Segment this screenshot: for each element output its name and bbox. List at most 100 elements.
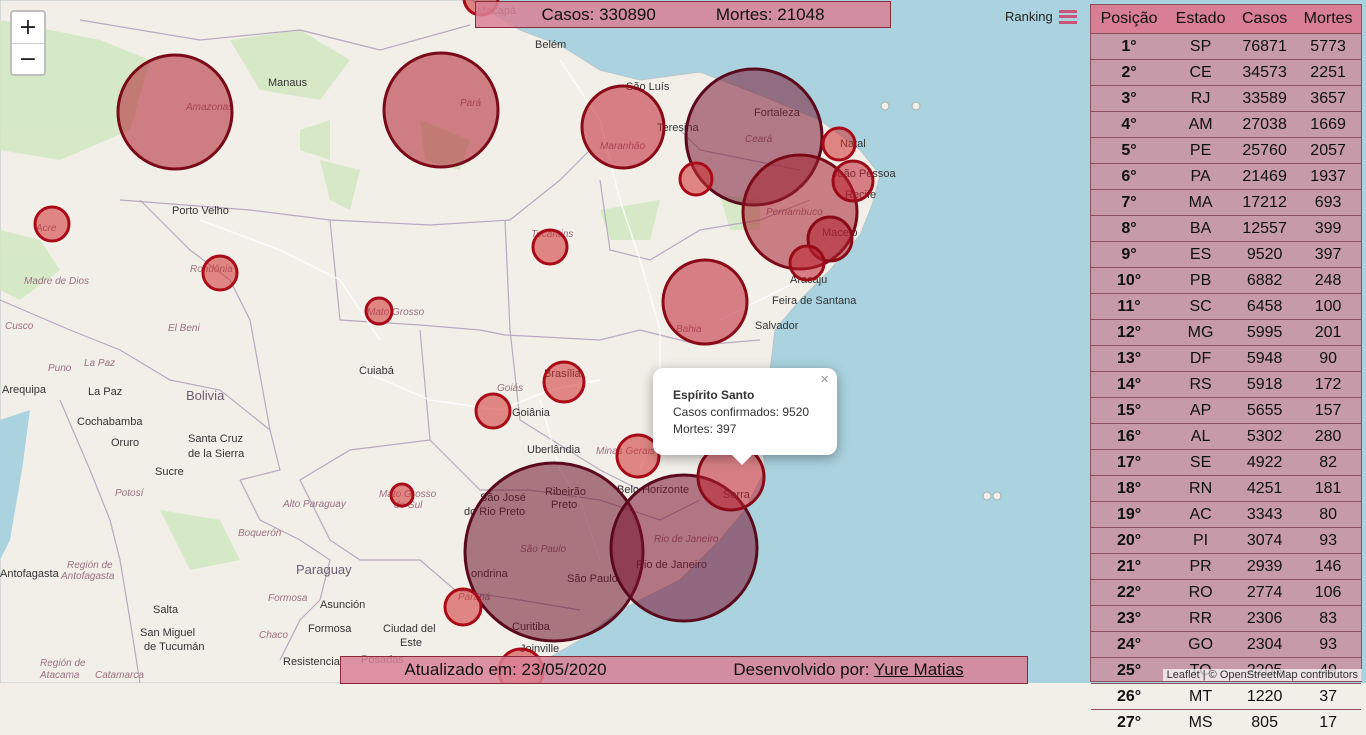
ranking-label: Ranking — [1005, 9, 1053, 24]
rank-state: SE — [1167, 450, 1234, 476]
rank-cases: 17212 — [1234, 190, 1295, 216]
table-row: 16°AL5302280 — [1091, 424, 1361, 450]
case-marker-mt[interactable] — [366, 298, 392, 324]
zoom-out-button[interactable]: − — [12, 43, 44, 74]
case-marker-ma[interactable] — [582, 86, 664, 168]
case-marker-rn[interactable] — [823, 128, 855, 160]
map-label: Cusco — [5, 321, 34, 332]
rank-position: 13° — [1091, 346, 1167, 372]
ranking-header-3: Mortes — [1295, 5, 1361, 34]
table-row: 3°RJ335893657 — [1091, 86, 1361, 112]
rank-position: 1° — [1091, 34, 1167, 60]
map-label: Goiás — [497, 383, 523, 394]
rank-deaths: 146 — [1295, 554, 1361, 580]
case-marker-se[interactable] — [790, 246, 824, 280]
rank-deaths: 280 — [1295, 424, 1361, 450]
case-marker-to[interactable] — [533, 230, 567, 264]
rank-deaths: 100 — [1295, 294, 1361, 320]
table-row: 15°AP5655157 — [1091, 398, 1361, 424]
zoom-in-button[interactable]: + — [12, 12, 44, 43]
case-marker-pa[interactable] — [384, 53, 498, 167]
map-label: Antofagasta — [60, 571, 115, 582]
table-row: 14°RS5918172 — [1091, 372, 1361, 398]
rank-deaths: 93 — [1295, 632, 1361, 658]
table-row: 6°PA214691937 — [1091, 164, 1361, 190]
case-marker-pi[interactable] — [680, 163, 712, 195]
totals-banner: Casos: 330890 Mortes: 21048 — [475, 1, 891, 28]
rank-state: MG — [1167, 320, 1234, 346]
map-label: Porto Velho — [172, 205, 229, 217]
map-label: Uberlândia — [527, 444, 581, 456]
rank-cases: 805 — [1234, 710, 1295, 735]
map-label: Antofagasta — [0, 568, 60, 580]
rank-cases: 25760 — [1234, 138, 1295, 164]
case-marker-ms[interactable] — [391, 484, 413, 506]
map-label: Manaus — [268, 77, 308, 89]
map-label: Santa Cruz — [188, 433, 243, 445]
rank-position: 14° — [1091, 372, 1167, 398]
rank-deaths: 2057 — [1295, 138, 1361, 164]
rank-state: MT — [1167, 684, 1234, 710]
footer-banner: Atualizado em: 23/05/2020 Desenvolvido p… — [340, 656, 1028, 684]
rank-position: 2° — [1091, 60, 1167, 86]
table-row: 4°AM270381669 — [1091, 112, 1361, 138]
rank-cases: 5302 — [1234, 424, 1295, 450]
ranking-panel: PosiçãoEstadoCasosMortes 1°SP7687157732°… — [1090, 4, 1362, 682]
popup-close-icon[interactable]: × — [820, 371, 829, 388]
rank-deaths: 172 — [1295, 372, 1361, 398]
map-attribution[interactable]: Leaflet | © OpenStreetMap contributors — [1163, 669, 1362, 681]
map-label: Potosí — [115, 488, 145, 499]
rank-state: AC — [1167, 502, 1234, 528]
rank-state: AP — [1167, 398, 1234, 424]
rank-state: PE — [1167, 138, 1234, 164]
rank-cases: 76871 — [1234, 34, 1295, 60]
table-row: 10°PB6882248 — [1091, 268, 1361, 294]
rank-position: 3° — [1091, 86, 1167, 112]
popup-title: Espírito Santo — [673, 387, 817, 404]
case-marker-pb[interactable] — [833, 161, 873, 201]
map-label: Formosa — [308, 623, 352, 635]
rank-deaths: 397 — [1295, 242, 1361, 268]
rank-deaths: 2251 — [1295, 60, 1361, 86]
map-label: Belém — [535, 39, 566, 51]
table-row: 2°CE345732251 — [1091, 60, 1361, 86]
rank-position: 22° — [1091, 580, 1167, 606]
map-label: Bolivia — [186, 388, 225, 403]
rank-deaths: 80 — [1295, 502, 1361, 528]
table-row: 11°SC6458100 — [1091, 294, 1361, 320]
rank-deaths: 5773 — [1295, 34, 1361, 60]
developer-link[interactable]: Yure Matias — [874, 660, 964, 679]
rank-state: CE — [1167, 60, 1234, 86]
rank-position: 25° — [1091, 658, 1167, 684]
map-label: Catamarca — [95, 670, 144, 681]
rank-state: GO — [1167, 632, 1234, 658]
case-marker-am[interactable] — [118, 55, 232, 169]
zoom-control: + − — [10, 10, 46, 76]
table-row: 8°BA12557399 — [1091, 216, 1361, 242]
rank-deaths: 181 — [1295, 476, 1361, 502]
ranking-toggle[interactable]: Ranking — [1005, 9, 1077, 24]
rank-cases: 3074 — [1234, 528, 1295, 554]
ranking-header-2: Casos — [1234, 5, 1295, 34]
case-marker-ac[interactable] — [35, 207, 69, 241]
case-marker-go[interactable] — [476, 394, 510, 428]
rank-position: 24° — [1091, 632, 1167, 658]
rank-deaths: 1669 — [1295, 112, 1361, 138]
table-row: 19°AC334380 — [1091, 502, 1361, 528]
rank-deaths: 693 — [1295, 190, 1361, 216]
case-marker-pr[interactable] — [445, 589, 481, 625]
table-row: 13°DF594890 — [1091, 346, 1361, 372]
rank-deaths: 82 — [1295, 450, 1361, 476]
rank-cases: 9520 — [1234, 242, 1295, 268]
table-row: 1°SP768715773 — [1091, 34, 1361, 60]
list-icon[interactable] — [1059, 10, 1077, 24]
case-marker-df[interactable] — [544, 362, 584, 402]
case-marker-ba[interactable] — [663, 260, 747, 344]
rank-deaths: 17 — [1295, 710, 1361, 735]
rank-cases: 2774 — [1234, 580, 1295, 606]
rank-deaths: 3657 — [1295, 86, 1361, 112]
map-label: Arequipa — [2, 384, 47, 396]
rank-deaths: 1937 — [1295, 164, 1361, 190]
case-marker-ro[interactable] — [203, 256, 237, 290]
rank-position: 15° — [1091, 398, 1167, 424]
